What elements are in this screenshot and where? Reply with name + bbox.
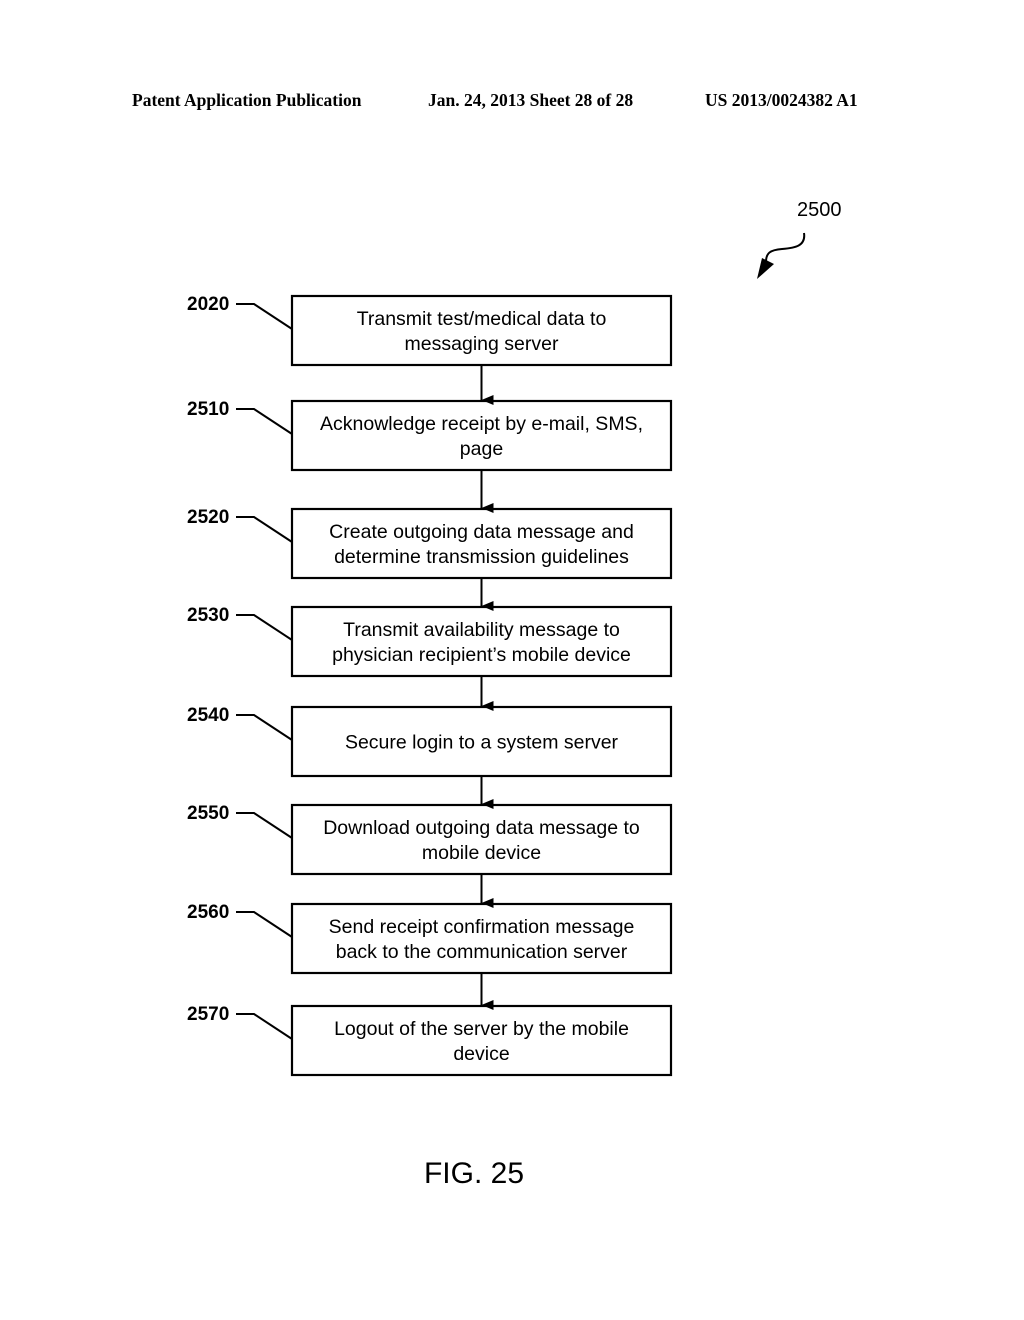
step-text: messaging server — [405, 333, 559, 355]
step-reference-number: 2530 — [187, 605, 229, 626]
flow-step: Logout of the server by the mobile device… — [187, 1004, 673, 1077]
step-text: Send receipt confirmation message — [329, 916, 635, 938]
step-text: physician recipient’s mobile device — [332, 644, 631, 666]
reference-leader-line — [236, 1013, 293, 1040]
flowchart: 2500 Transmit test/medical data to messag… — [187, 199, 842, 1190]
reference-leader-line — [236, 911, 293, 938]
flow-step: Acknowledge receipt by e-mail, SMS, page 2… — [187, 399, 673, 472]
flow-step: Create outgoing data message and determin… — [187, 507, 673, 580]
reference-leader-line — [236, 614, 293, 641]
reference-arrow-line — [765, 232, 806, 263]
step-reference-number: 2510 — [187, 399, 229, 420]
step-text: Acknowledge receipt by e-mail, SMS, — [320, 413, 643, 435]
flow-step: Secure login to a system server 2540 — [187, 705, 673, 778]
flow-step: Send receipt confirmation message back to… — [187, 902, 673, 975]
step-text: Logout of the server by the mobile — [334, 1018, 629, 1040]
step-text: Secure login to a system server — [345, 732, 619, 754]
flow-step: Download outgoing data message to mobile … — [187, 803, 673, 876]
reference-leader-line — [236, 714, 293, 741]
step-reference-number: 2550 — [187, 803, 229, 824]
reference-leader-line — [236, 408, 293, 435]
flow-step: Transmit test/medical data to messaging s… — [187, 294, 673, 367]
step-reference-number: 2520 — [187, 507, 229, 528]
step-text: Transmit availability message to — [343, 619, 620, 641]
reference-leader-line — [236, 303, 293, 330]
reference-arrow-head-icon — [757, 258, 774, 279]
diagram-reference: 2500 — [757, 199, 842, 279]
step-text: back to the communication server — [336, 941, 628, 963]
step-reference-number: 2560 — [187, 902, 229, 923]
step-reference-number: 2570 — [187, 1004, 229, 1025]
flow-step: Transmit availability message to physicia… — [187, 605, 673, 678]
diagram-reference-label: 2500 — [797, 199, 842, 221]
reference-leader-line — [236, 516, 293, 543]
step-reference-number: 2540 — [187, 705, 229, 726]
figure-label: FIG. 25 — [424, 1157, 524, 1190]
reference-leader-line — [236, 812, 293, 839]
step-text: page — [460, 438, 503, 460]
step-reference-number: 2020 — [187, 294, 229, 315]
step-text: device — [453, 1043, 509, 1065]
step-text: determine transmission guidelines — [334, 546, 629, 568]
step-text: mobile device — [422, 842, 541, 864]
step-text: Create outgoing data message and — [329, 521, 634, 543]
step-text: Transmit test/medical data to — [357, 308, 607, 330]
step-text: Download outgoing data message to — [323, 817, 640, 839]
